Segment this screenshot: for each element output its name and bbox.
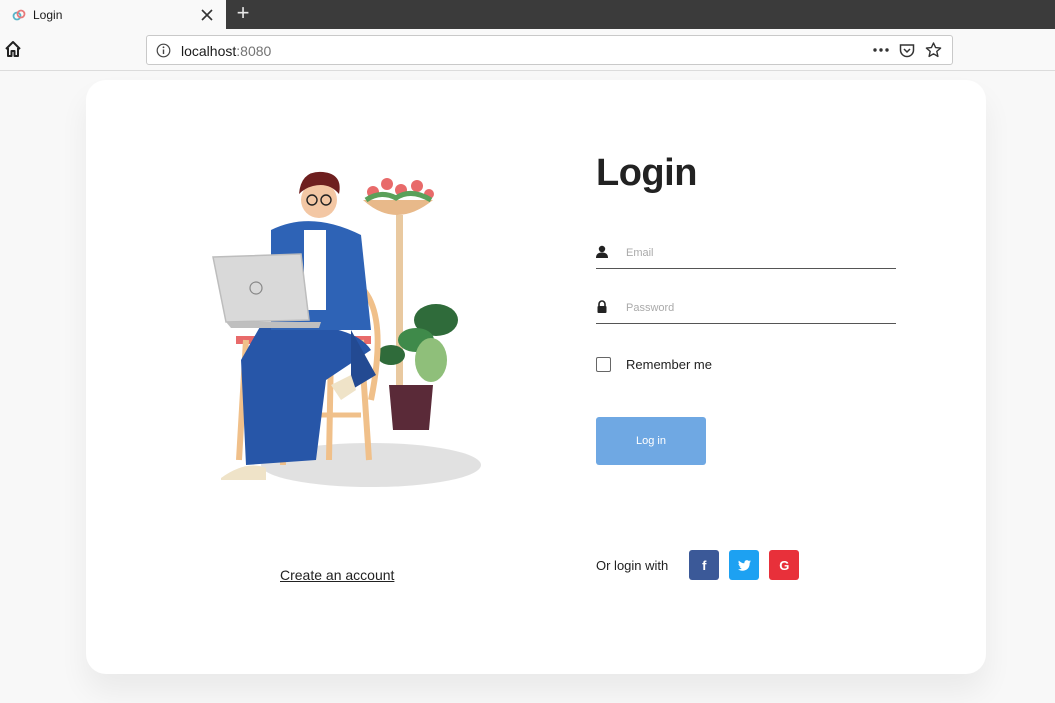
email-field	[596, 237, 896, 269]
social-login-label: Or login with	[596, 557, 669, 573]
social-login-row: Or login with f G	[596, 550, 809, 580]
url-actions	[868, 40, 946, 60]
url-port: :8080	[236, 43, 272, 59]
url-host: localhost	[181, 43, 237, 59]
facebook-login-button[interactable]: f	[689, 550, 720, 580]
new-tab-button[interactable]: +	[232, 2, 254, 25]
remember-me-label[interactable]: Remember me	[626, 357, 712, 372]
page-title: Login	[596, 152, 697, 194]
password-field	[596, 292, 896, 324]
user-icon	[596, 245, 608, 258]
google-icon: G	[779, 557, 790, 573]
info-icon[interactable]	[156, 43, 171, 58]
bookmark-star-icon[interactable]	[920, 40, 946, 60]
tab-login[interactable]: Login	[0, 0, 226, 29]
navigation-bar: localhost:8080	[0, 29, 1055, 71]
twitter-icon	[737, 559, 751, 571]
home-icon[interactable]	[4, 40, 22, 58]
tab-title: Login	[33, 7, 63, 22]
more-icon[interactable]	[868, 40, 894, 60]
twitter-login-button[interactable]	[729, 550, 760, 580]
lock-icon	[597, 300, 607, 313]
person-with-laptop-illustration	[212, 171, 481, 487]
password-input[interactable]	[626, 297, 886, 319]
favicon-icon	[12, 9, 26, 20]
close-tab-icon[interactable]	[197, 5, 217, 25]
url-text: localhost:8080	[181, 43, 271, 59]
remember-me-checkbox[interactable]	[596, 357, 611, 372]
remember-me-row: Remember me	[596, 357, 712, 372]
tab-bar: Login +	[0, 0, 1055, 29]
address-bar[interactable]: localhost:8080	[146, 35, 953, 65]
login-button[interactable]: Log in	[596, 417, 706, 465]
google-login-button[interactable]: G	[769, 550, 800, 580]
facebook-icon: f	[702, 557, 707, 573]
login-card: Create an account Login Remember me Log …	[86, 80, 986, 674]
create-account-link[interactable]: Create an account	[280, 567, 394, 583]
pocket-icon[interactable]	[894, 40, 920, 60]
email-input[interactable]	[626, 242, 886, 264]
